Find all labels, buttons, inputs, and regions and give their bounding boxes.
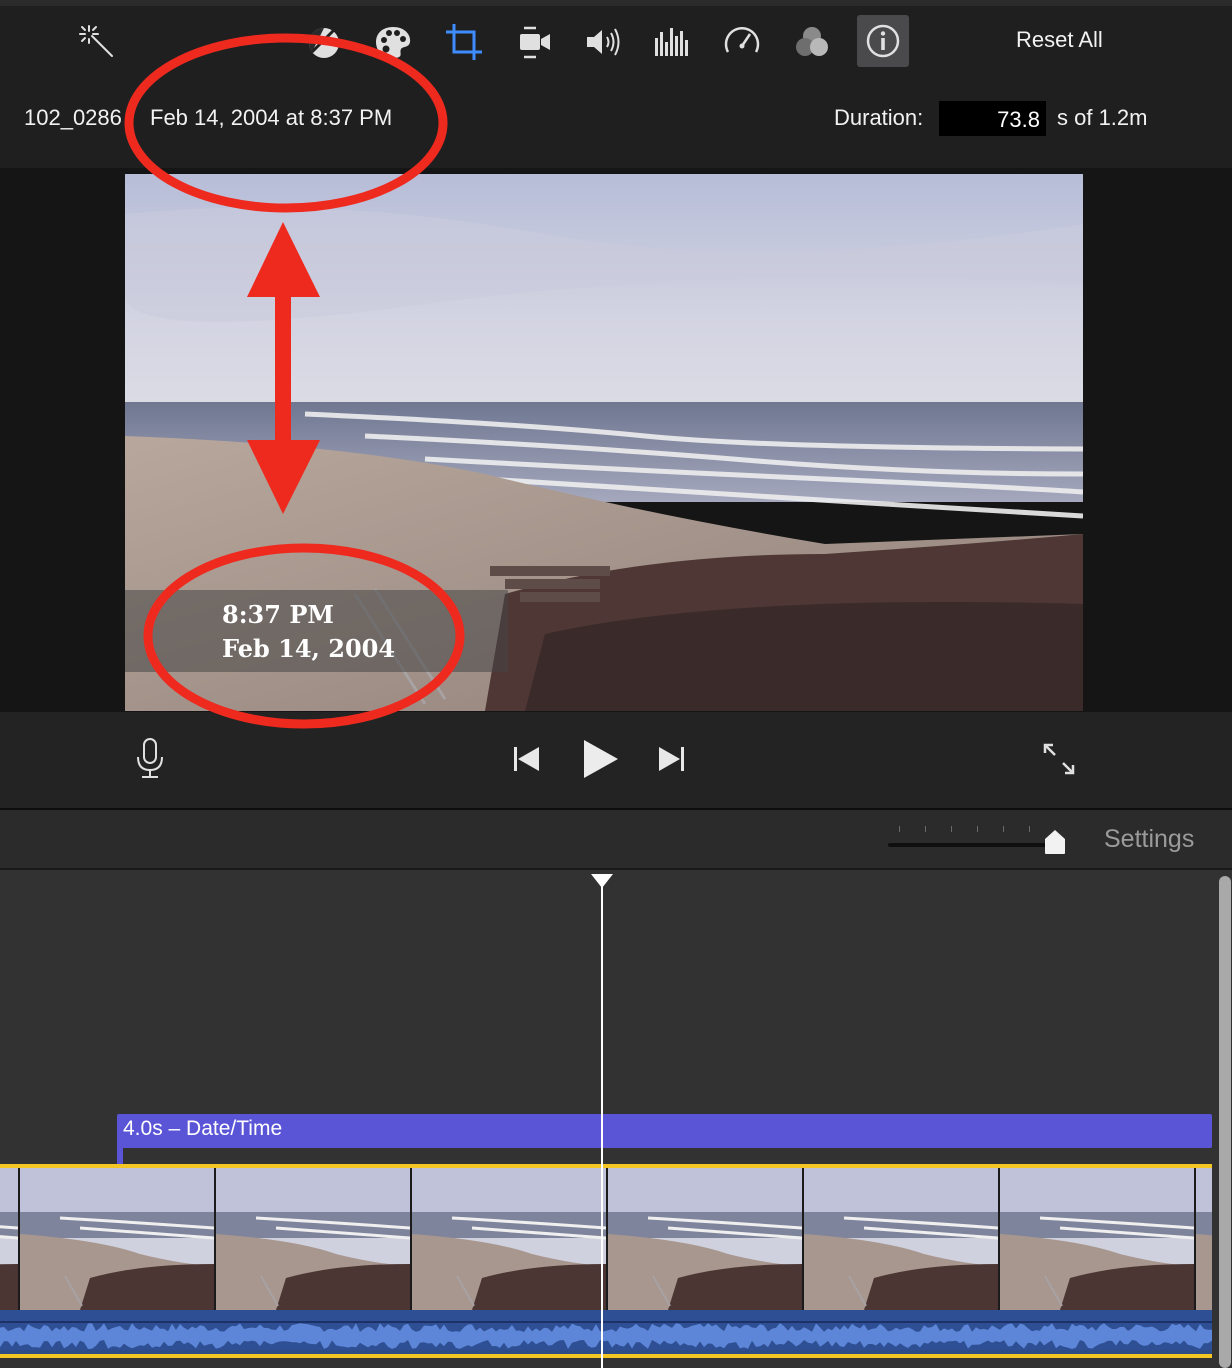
title-clip-label: 4.0s – Date/Time xyxy=(123,1117,283,1140)
zoom-tick xyxy=(951,826,952,832)
crop-icon[interactable] xyxy=(440,18,488,66)
zoom-slider-track[interactable] xyxy=(888,843,1058,847)
speed-icon[interactable] xyxy=(718,18,766,66)
audio-waveform[interactable] xyxy=(0,1310,1212,1350)
microphone-icon[interactable] xyxy=(130,736,170,782)
clip-thumbnail xyxy=(20,1168,216,1310)
magic-wand-icon[interactable] xyxy=(74,18,122,66)
zoom-slider-knob[interactable] xyxy=(1043,829,1067,855)
stabilization-camera-icon[interactable] xyxy=(510,18,558,66)
zoom-tick xyxy=(1003,826,1004,832)
play-icon[interactable] xyxy=(576,736,624,782)
clip-thumbnail xyxy=(0,1168,20,1310)
color-palette-icon[interactable] xyxy=(369,18,417,66)
equalizer-icon[interactable] xyxy=(648,18,696,66)
duration-label: Duration: xyxy=(834,105,924,130)
clip-thumbnail xyxy=(1000,1168,1196,1310)
clip-thumbnail xyxy=(412,1168,608,1310)
zoom-tick xyxy=(977,826,978,832)
skip-forward-icon[interactable] xyxy=(654,742,690,776)
playhead[interactable] xyxy=(601,880,603,1368)
clip-thumbnail xyxy=(1196,1168,1212,1310)
playhead-handle[interactable] xyxy=(590,873,614,889)
duration-suffix: s of 1.2m xyxy=(1057,105,1148,130)
skip-back-icon[interactable] xyxy=(508,742,544,776)
timeline-scrollbar[interactable] xyxy=(1219,876,1231,1368)
info-icon[interactable] xyxy=(857,15,909,67)
zoom-tick xyxy=(899,826,900,832)
clip-name: 102_0286 xyxy=(24,105,122,130)
zoom-tick xyxy=(1029,826,1030,832)
clip-thumbnail xyxy=(804,1168,1000,1310)
settings-button[interactable]: Settings xyxy=(1104,825,1194,854)
clip-date: Feb 14, 2004 at 8:37 PM xyxy=(150,105,393,130)
clip-filter-icon[interactable] xyxy=(788,18,836,66)
window-top-edge xyxy=(0,0,1232,6)
volume-icon[interactable] xyxy=(579,18,627,66)
reset-all-button[interactable]: Reset All xyxy=(1016,27,1103,53)
overlay-date-text: Feb 14, 2004 xyxy=(222,634,396,663)
clip-thumbnail xyxy=(608,1168,804,1310)
clip-thumbnail xyxy=(216,1168,412,1310)
color-balance-icon[interactable] xyxy=(300,18,348,66)
zoom-tick xyxy=(925,826,926,832)
duration-field[interactable]: 73.8 xyxy=(939,101,1046,136)
fullscreen-icon[interactable] xyxy=(1038,738,1080,780)
overlay-time-text: 8:37 PM xyxy=(222,600,334,629)
